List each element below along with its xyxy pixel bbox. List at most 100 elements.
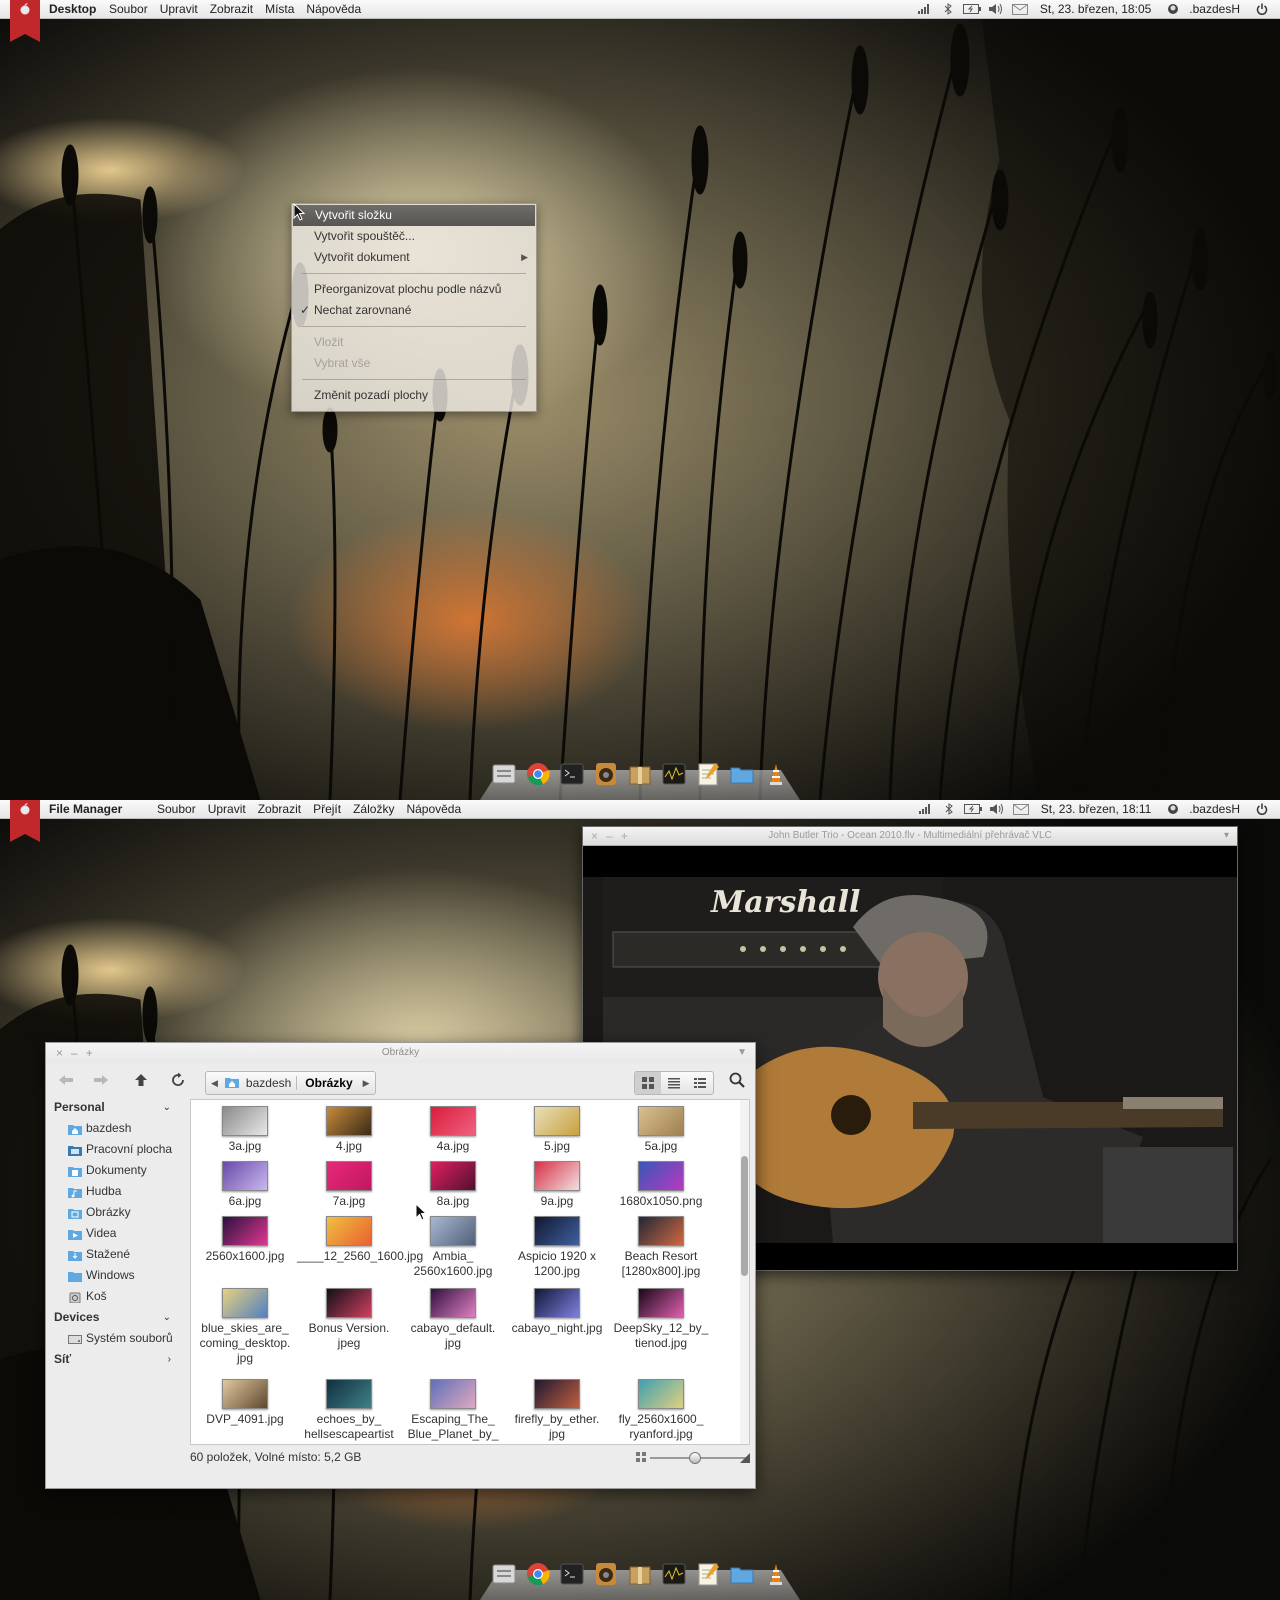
file-item[interactable]: 4a.jpg — [401, 1106, 505, 1154]
menu-zalozky[interactable]: Záložky — [347, 800, 400, 818]
menu-soubor[interactable]: Soubor — [151, 800, 202, 818]
battery-icon[interactable] — [962, 0, 982, 18]
breadcrumb-forward-icon[interactable]: ▶ — [358, 1078, 375, 1089]
sidebar-item-windows[interactable]: Windows — [46, 1265, 186, 1286]
signal-icon[interactable] — [915, 800, 935, 818]
menu-napoveda[interactable]: Nápověda — [300, 0, 367, 18]
terminal-dock-icon[interactable] — [556, 1558, 588, 1590]
signal-icon[interactable] — [914, 0, 934, 18]
sidebar-item-documents[interactable]: Dokumenty — [46, 1160, 186, 1181]
sidebar-section-devices[interactable]: Devices ⌄ — [46, 1307, 186, 1328]
vlc-dock-icon[interactable] — [760, 1558, 792, 1590]
zoom-slider[interactable] — [636, 1452, 746, 1464]
file-item[interactable]: 1680x1050.png — [609, 1161, 713, 1209]
menu-napoveda[interactable]: Nápověda — [400, 800, 467, 818]
up-icon[interactable] — [130, 1069, 152, 1091]
breadcrumb-back-icon[interactable]: ◀ — [206, 1078, 223, 1089]
minimize-icon[interactable]: – — [606, 829, 621, 843]
sidebar-section-network[interactable]: Síť › — [46, 1349, 186, 1370]
file-item[interactable]: 5.jpg — [505, 1106, 609, 1154]
list-view-icon[interactable] — [661, 1072, 687, 1094]
clock[interactable]: St, 23. březen, 18:05 — [1040, 0, 1151, 18]
file-item[interactable]: cabayo_night.jpg — [505, 1288, 609, 1336]
file-item[interactable]: ____12_2560_1600.jpg — [297, 1216, 423, 1264]
file-item[interactable]: 9a.jpg — [505, 1161, 609, 1209]
power-icon[interactable] — [1252, 800, 1272, 818]
apple-icon[interactable] — [19, 803, 31, 815]
menu-zobrazit[interactable]: Zobrazit — [252, 800, 307, 818]
vlc-titlebar[interactable]: ×–+ John Butler Trio - Ocean 2010.flv - … — [583, 827, 1237, 846]
files-dock-icon[interactable] — [488, 1558, 520, 1590]
mail-icon[interactable] — [1011, 800, 1031, 818]
file-item[interactable]: DVP_4091.jpg — [193, 1379, 297, 1427]
active-app-name[interactable]: Desktop — [49, 0, 96, 18]
icon-view-icon[interactable] — [635, 1072, 661, 1094]
file-item[interactable]: Aspicio 1920 x 1200.jpg — [505, 1216, 609, 1279]
close-icon[interactable]: × — [591, 829, 606, 843]
maximize-icon[interactable]: + — [86, 1046, 101, 1060]
close-icon[interactable]: × — [56, 1046, 71, 1060]
file-item[interactable]: Beach Resort [1280x800].jpg — [609, 1216, 713, 1279]
monitor-dock-icon[interactable] — [658, 758, 690, 790]
menu-prejit[interactable]: Přejít — [307, 800, 347, 818]
file-item[interactable]: fly_2560x1600_ ryanford.jpg — [609, 1379, 713, 1442]
sidebar-item-desktop[interactable]: Pracovní plocha — [46, 1139, 186, 1160]
compact-view-icon[interactable] — [687, 1072, 713, 1094]
resize-grip-icon[interactable] — [740, 1453, 750, 1463]
breadcrumb-home[interactable]: bazdesh — [241, 1076, 296, 1090]
search-icon[interactable] — [726, 1069, 748, 1091]
file-item[interactable]: blue_skies_are_ coming_desktop. jpg — [193, 1288, 297, 1366]
clock[interactable]: St, 23. březen, 18:11 — [1041, 800, 1152, 818]
breadcrumb-current[interactable]: Obrázky — [296, 1076, 357, 1090]
user-icon[interactable] — [1163, 800, 1183, 818]
sidebar-section-personal[interactable]: Personal ⌄ — [46, 1097, 186, 1118]
menu-soubor[interactable]: Soubor — [103, 0, 154, 18]
bluetooth-icon[interactable] — [939, 800, 959, 818]
volume-icon[interactable] — [987, 800, 1007, 818]
menu-item-keep-aligned[interactable]: ✓ Nechat zarovnané — [292, 300, 536, 321]
speaker-dock-icon[interactable] — [590, 758, 622, 790]
file-item[interactable]: echoes_by_ hellsescapeartist — [297, 1379, 401, 1442]
forward-icon[interactable] — [90, 1069, 112, 1091]
sidebar-item-music[interactable]: Hudba — [46, 1181, 186, 1202]
speaker-dock-icon[interactable] — [590, 1558, 622, 1590]
reload-icon[interactable] — [167, 1069, 189, 1091]
sidebar-item-filesystem[interactable]: Systém souborů — [46, 1328, 186, 1349]
battery-icon[interactable] — [963, 800, 983, 818]
menu-item-create-folder[interactable]: Vytvořit složku — [293, 205, 535, 226]
window-menu-icon[interactable]: ▼ — [737, 1043, 747, 1063]
user-name[interactable]: .bazdesH — [1189, 800, 1240, 818]
volume-icon[interactable] — [986, 0, 1006, 18]
window-menu-icon[interactable]: ▾ — [1224, 827, 1229, 845]
file-item[interactable]: firefly_by_ether. jpg — [505, 1379, 609, 1442]
file-item[interactable]: 7a.jpg — [297, 1161, 401, 1209]
file-item[interactable]: cabayo_default. jpg — [401, 1288, 505, 1351]
menu-item-change-background[interactable]: Změnit pozadí plochy — [292, 385, 536, 406]
folder-dock-icon[interactable] — [726, 758, 758, 790]
scrollbar[interactable] — [740, 1100, 749, 1444]
minimize-icon[interactable]: – — [71, 1046, 86, 1060]
file-item[interactable]: 6a.jpg — [193, 1161, 297, 1209]
menu-item-create-launcher[interactable]: Vytvořit spouštěč... — [292, 226, 536, 247]
files-dock-icon[interactable] — [488, 758, 520, 790]
sidebar-item-bazdesh[interactable]: bazdesh — [46, 1118, 186, 1139]
file-item[interactable]: Escaping_The_ Blue_Planet_by_ — [401, 1379, 505, 1442]
file-item[interactable]: 2560x1600.jpg — [193, 1216, 297, 1264]
text-editor-dock-icon[interactable] — [692, 1558, 724, 1590]
user-icon[interactable] — [1163, 0, 1183, 18]
file-item[interactable]: 3a.jpg — [193, 1106, 297, 1154]
fm-titlebar[interactable]: ×–+ Obrázky ▼ — [46, 1043, 755, 1063]
menu-item-create-document[interactable]: Vytvořit dokument ▶ — [292, 247, 536, 268]
file-item[interactable]: 8a.jpg — [401, 1161, 505, 1209]
menu-zobrazit[interactable]: Zobrazit — [204, 0, 259, 18]
file-item[interactable]: Bonus Version. jpeg — [297, 1288, 401, 1351]
sidebar-item-downloads[interactable]: Stažené — [46, 1244, 186, 1265]
file-item[interactable]: Ambia_ 2560x1600.jpg — [401, 1216, 505, 1279]
sidebar-item-pictures[interactable]: Obrázky — [46, 1202, 186, 1223]
menu-item-reorganize[interactable]: Přeorganizovat plochu podle názvů — [292, 279, 536, 300]
active-app-name[interactable]: File Manager — [49, 800, 122, 818]
file-item[interactable]: DeepSky_12_by_ tienod.jpg — [609, 1288, 713, 1351]
bluetooth-icon[interactable] — [938, 0, 958, 18]
user-name[interactable]: .bazdesH — [1189, 0, 1240, 18]
file-item[interactable]: 4.jpg — [297, 1106, 401, 1154]
